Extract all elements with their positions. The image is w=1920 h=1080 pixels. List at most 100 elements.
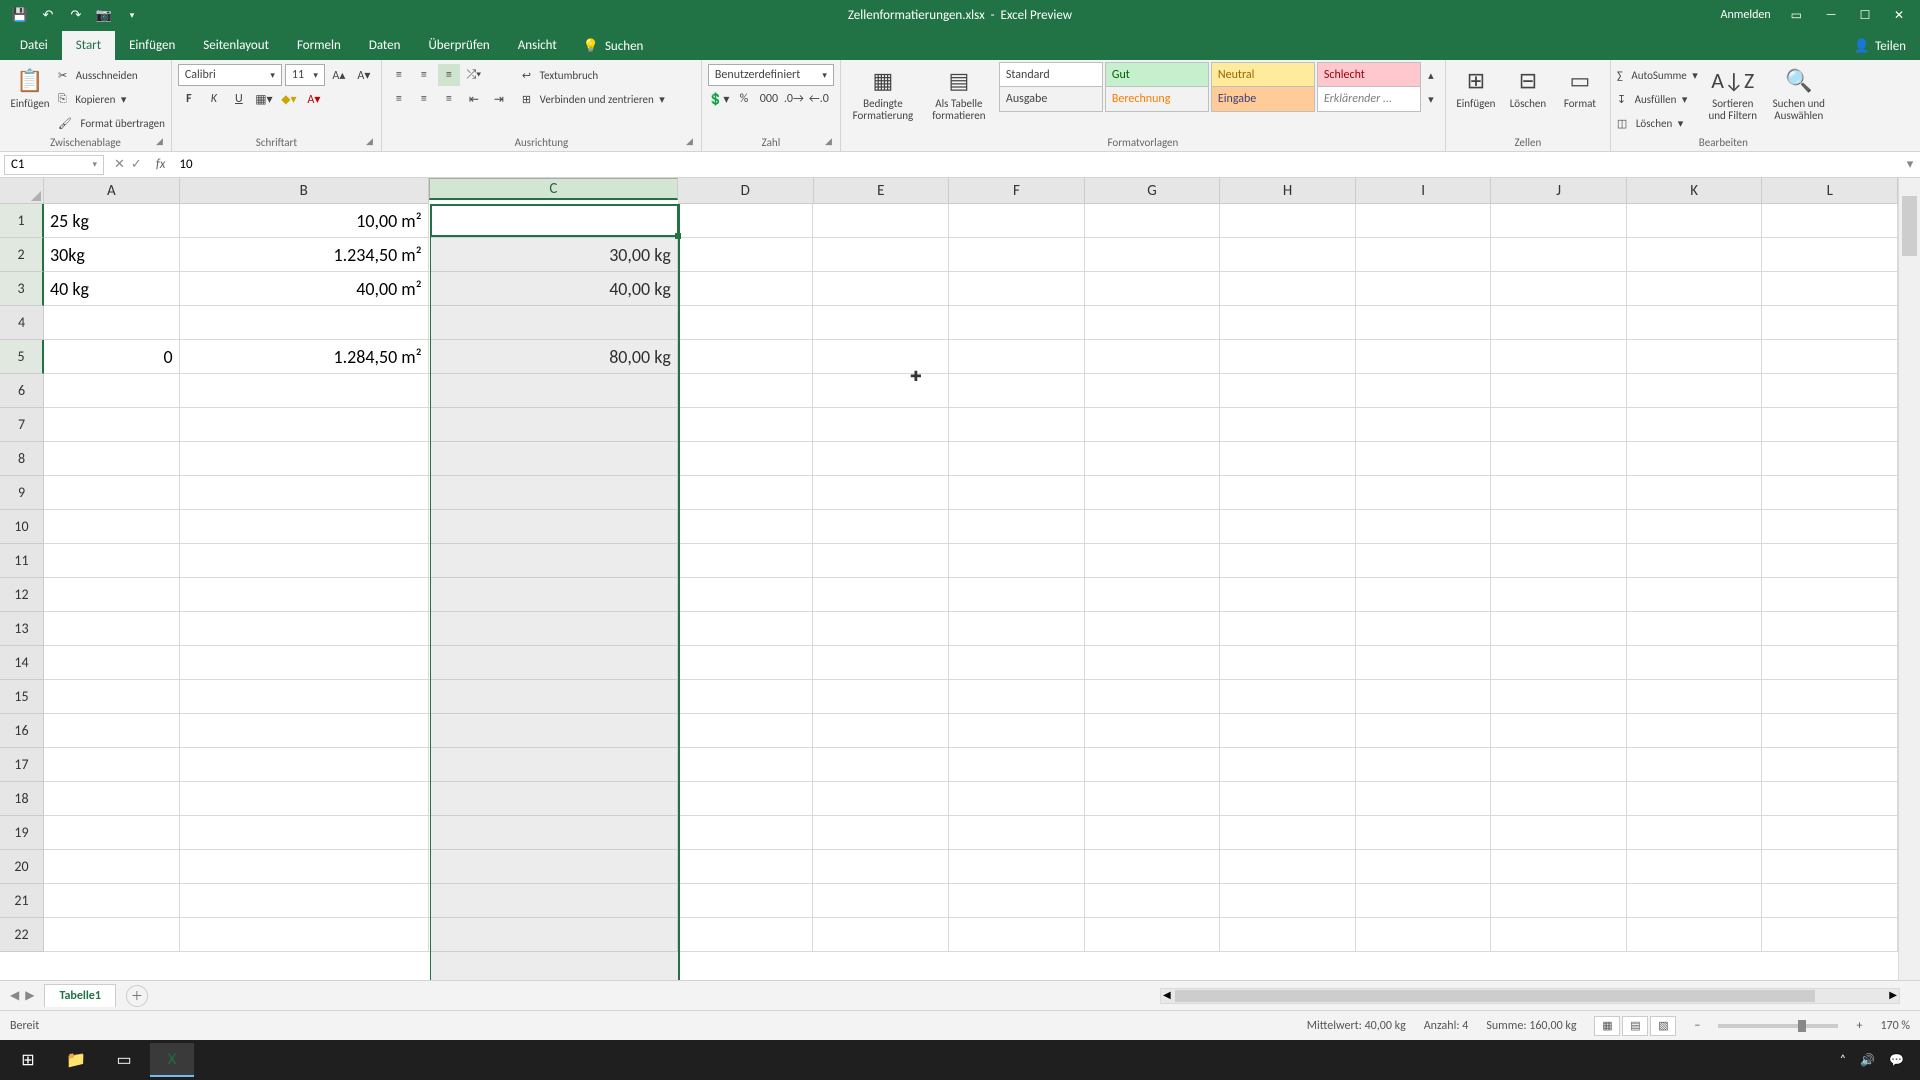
cell[interactable] xyxy=(813,238,949,272)
cell[interactable] xyxy=(1220,340,1356,374)
cell[interactable] xyxy=(813,748,949,782)
italic-button[interactable]: K xyxy=(203,88,225,110)
cell[interactable] xyxy=(180,646,429,680)
cell[interactable] xyxy=(1220,510,1356,544)
cell[interactable] xyxy=(678,476,814,510)
tab-insert[interactable]: Einfügen xyxy=(115,31,189,60)
cell[interactable] xyxy=(1491,612,1627,646)
cell[interactable] xyxy=(949,306,1085,340)
cell[interactable] xyxy=(1356,476,1492,510)
cell[interactable] xyxy=(1627,374,1763,408)
tab-file[interactable]: Datei xyxy=(6,31,62,60)
row-header[interactable]: 14 xyxy=(0,646,44,680)
cell[interactable] xyxy=(1085,306,1221,340)
cell[interactable] xyxy=(180,748,429,782)
cell[interactable] xyxy=(949,340,1085,374)
cell[interactable] xyxy=(678,850,814,884)
cell[interactable] xyxy=(1762,680,1898,714)
cell[interactable] xyxy=(180,510,429,544)
cell[interactable] xyxy=(678,816,814,850)
fill-color-button[interactable]: ◆▾ xyxy=(278,88,300,110)
zoom-out-icon[interactable]: − xyxy=(1694,1019,1700,1033)
cell[interactable] xyxy=(1220,374,1356,408)
sheet-nav-next-icon[interactable]: ▶ xyxy=(25,988,34,1003)
cell[interactable] xyxy=(1085,442,1221,476)
row-header[interactable]: 17 xyxy=(0,748,44,782)
cell[interactable] xyxy=(429,918,678,952)
cell[interactable] xyxy=(1627,646,1763,680)
cell[interactable] xyxy=(44,374,180,408)
cell[interactable] xyxy=(1762,306,1898,340)
fx-icon[interactable]: fx xyxy=(148,157,174,172)
cell[interactable] xyxy=(1762,646,1898,680)
tab-home[interactable]: Start xyxy=(62,31,115,60)
autosum-button[interactable]: ∑ AutoSumme ▾ xyxy=(1617,64,1698,86)
cell[interactable] xyxy=(949,408,1085,442)
cell[interactable] xyxy=(180,578,429,612)
cell[interactable] xyxy=(1762,578,1898,612)
align-bottom-icon[interactable]: ≡ xyxy=(438,64,460,86)
sheet-nav-prev-icon[interactable]: ◀ xyxy=(10,988,19,1003)
cell[interactable] xyxy=(1085,578,1221,612)
cell[interactable] xyxy=(429,306,678,340)
cut-button[interactable]: ✂ Ausschneiden xyxy=(58,64,165,86)
comma-format-icon[interactable]: 000 xyxy=(758,88,780,110)
accounting-format-icon[interactable]: 💲▾ xyxy=(708,88,730,110)
cell[interactable] xyxy=(1356,238,1492,272)
orientation-icon[interactable]: ⤮▾ xyxy=(463,64,485,86)
cell[interactable] xyxy=(949,646,1085,680)
cell[interactable] xyxy=(1085,612,1221,646)
cell[interactable] xyxy=(813,578,949,612)
scroll-left-icon[interactable]: ◀ xyxy=(1163,988,1171,1001)
cell[interactable] xyxy=(1627,238,1763,272)
cell[interactable] xyxy=(678,510,814,544)
cell[interactable] xyxy=(949,476,1085,510)
cell[interactable] xyxy=(1627,306,1763,340)
redo-icon[interactable]: ↷ xyxy=(66,5,86,25)
cell[interactable] xyxy=(1085,884,1221,918)
cell[interactable] xyxy=(44,408,180,442)
cell[interactable] xyxy=(813,272,949,306)
cell[interactable] xyxy=(813,204,949,238)
align-top-icon[interactable]: ≡ xyxy=(388,64,410,86)
cell[interactable] xyxy=(1491,918,1627,952)
row-header[interactable]: 4 xyxy=(0,306,44,340)
dialog-launcher-icon[interactable]: ◢ xyxy=(366,136,373,147)
cell[interactable] xyxy=(1220,782,1356,816)
ribbon-display-icon[interactable]: ▭ xyxy=(1791,8,1802,23)
cell[interactable] xyxy=(813,306,949,340)
cell[interactable] xyxy=(813,374,949,408)
cell[interactable] xyxy=(813,544,949,578)
cell[interactable] xyxy=(180,442,429,476)
cell[interactable] xyxy=(1356,884,1492,918)
zoom-slider-knob[interactable] xyxy=(1798,1020,1806,1032)
row-header[interactable]: 16 xyxy=(0,714,44,748)
cell[interactable] xyxy=(949,204,1085,238)
tab-review[interactable]: Überprüfen xyxy=(414,31,503,60)
share-button[interactable]: 👤 Teilen xyxy=(1840,33,1920,60)
cell[interactable] xyxy=(429,442,678,476)
insert-cells-button[interactable]: ⊞Einfügen xyxy=(1452,64,1500,112)
cell[interactable] xyxy=(1762,612,1898,646)
format-cells-button[interactable]: ▭Format xyxy=(1556,64,1604,112)
cell[interactable] xyxy=(1762,918,1898,952)
style-output[interactable]: Ausgabe xyxy=(999,86,1103,112)
cell[interactable] xyxy=(1220,816,1356,850)
decrease-font-icon[interactable]: A▾ xyxy=(353,64,375,86)
cell[interactable] xyxy=(1627,680,1763,714)
format-as-table-button[interactable]: ▤ Als Tabelle formatieren xyxy=(923,64,995,124)
cell[interactable] xyxy=(678,612,814,646)
cell[interactable] xyxy=(949,782,1085,816)
column-header[interactable]: B xyxy=(180,178,429,204)
cell[interactable] xyxy=(813,782,949,816)
cell[interactable] xyxy=(1085,374,1221,408)
increase-font-icon[interactable]: A▴ xyxy=(328,64,350,86)
cell[interactable] xyxy=(678,408,814,442)
conditional-formatting-button[interactable]: ▦ Bedingte Formatierung xyxy=(847,64,919,124)
cell[interactable] xyxy=(1627,850,1763,884)
cell[interactable] xyxy=(429,816,678,850)
cell[interactable] xyxy=(44,748,180,782)
column-header[interactable]: L xyxy=(1762,178,1898,204)
cell[interactable] xyxy=(429,782,678,816)
cell[interactable] xyxy=(180,714,429,748)
